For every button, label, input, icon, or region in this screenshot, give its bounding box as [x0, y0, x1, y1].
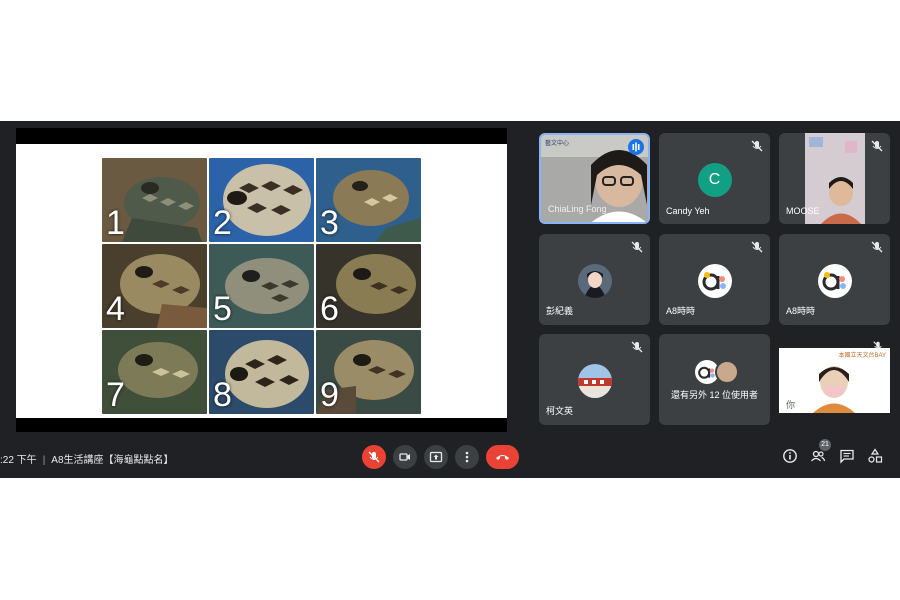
logo-text: 藝文中心 [545, 141, 570, 147]
turtle-photo-3: 3 [316, 158, 421, 242]
participant-name: 彭紀義 [546, 306, 574, 316]
mic-off-icon [631, 241, 643, 253]
turtle-photo-7: 7 [102, 330, 207, 414]
meeting-time: :22 下午 [0, 455, 37, 466]
avatar [715, 360, 739, 384]
mic-off-icon [751, 140, 763, 152]
a8-logo-icon [697, 264, 732, 298]
more-options-button[interactable] [455, 445, 479, 469]
photo-number: 3 [320, 204, 339, 242]
participant-tile-peng[interactable]: 彭紀義 [539, 234, 650, 325]
turtle-photo-grid: 1 2 3 4 5 6 7 8 9 [102, 158, 421, 414]
meeting-title: A8生活講座【海龜點點名】 [51, 455, 174, 466]
turtle-photo-4: 4 [102, 244, 207, 328]
turtle-photo-9: 9 [316, 330, 421, 414]
photo-number: 6 [320, 290, 339, 328]
mic-off-icon [871, 140, 883, 152]
participant-name: MOOSE [786, 206, 820, 216]
camera-toggle-button[interactable] [393, 445, 417, 469]
separator: | [42, 455, 46, 466]
more-vert-icon [465, 451, 469, 463]
presentation-area: 1 2 3 4 5 6 7 8 9 [16, 128, 507, 432]
activities-icon[interactable] [867, 448, 883, 464]
bottom-control-bar: :22 下午 | A8生活講座【海龜點點名】 21 [0, 439, 900, 478]
participant-tile-candy[interactable]: C Candy Yeh [659, 133, 770, 224]
participant-tile-a8-2[interactable]: A8時時 [779, 234, 890, 325]
participant-name: 柯文英 [546, 406, 574, 416]
participant-name: 你 [786, 400, 796, 410]
participant-tile-self[interactable]: 本國立天文台BAY 你 [779, 348, 890, 413]
info-icon[interactable] [782, 448, 798, 464]
photo-number: 4 [106, 290, 125, 328]
mic-off-icon [631, 341, 643, 353]
photo-number: 8 [213, 376, 232, 414]
mic-off-icon [751, 241, 763, 253]
a8-logo-icon [817, 264, 852, 298]
meet-window: 1 2 3 4 5 6 7 8 9 藝文中心 ChiaLing Fong C C… [0, 121, 900, 478]
participant-tile-moose[interactable]: MOOSE [779, 133, 890, 224]
meeting-info: :22 下午 | A8生活講座【海龜點點名】 [0, 451, 174, 466]
avatar [577, 264, 612, 298]
participant-tile-a8-1[interactable]: A8時時 [659, 234, 770, 325]
call-end-icon [496, 455, 509, 460]
present-screen-button[interactable] [424, 445, 448, 469]
photo-number: 2 [213, 204, 232, 242]
end-call-button[interactable] [486, 445, 519, 469]
camera-icon [399, 453, 410, 461]
turtle-photo-2: 2 [209, 158, 314, 242]
turtle-photo-6: 6 [316, 244, 421, 328]
mic-off-icon [871, 241, 883, 253]
photo-number: 9 [320, 376, 339, 414]
mic-toggle-button[interactable] [362, 445, 386, 469]
photo-number: 1 [106, 204, 125, 242]
participant-name: Candy Yeh [666, 206, 710, 216]
participant-tile-ke[interactable]: 柯文英 [539, 334, 650, 425]
avatar: C [697, 163, 732, 197]
photo-number: 7 [106, 376, 125, 414]
participant-name: ChiaLing Fong [548, 204, 607, 214]
turtle-photo-8: 8 [209, 330, 314, 414]
photo-number: 5 [213, 290, 232, 328]
people-count-badge: 21 [819, 439, 831, 451]
mic-off-icon [873, 341, 883, 351]
participant-name: A8時時 [786, 306, 816, 316]
mic-off-icon [368, 451, 380, 463]
chat-icon[interactable] [839, 448, 855, 464]
present-icon [429, 451, 443, 463]
presentation-slide: 1 2 3 4 5 6 7 8 9 [16, 144, 507, 418]
participant-name: A8時時 [666, 306, 696, 316]
turtle-photo-1: 1 [102, 158, 207, 242]
others-count-label: 還有另外 12 位使用者 [670, 390, 758, 400]
participant-tile-others[interactable]: 還有另外 12 位使用者 [659, 334, 770, 425]
participant-tile-chialing[interactable]: 藝文中心 ChiaLing Fong [539, 133, 650, 224]
turtle-photo-5: 5 [209, 244, 314, 328]
avatar [577, 364, 612, 398]
speaking-indicator-icon [628, 139, 644, 155]
